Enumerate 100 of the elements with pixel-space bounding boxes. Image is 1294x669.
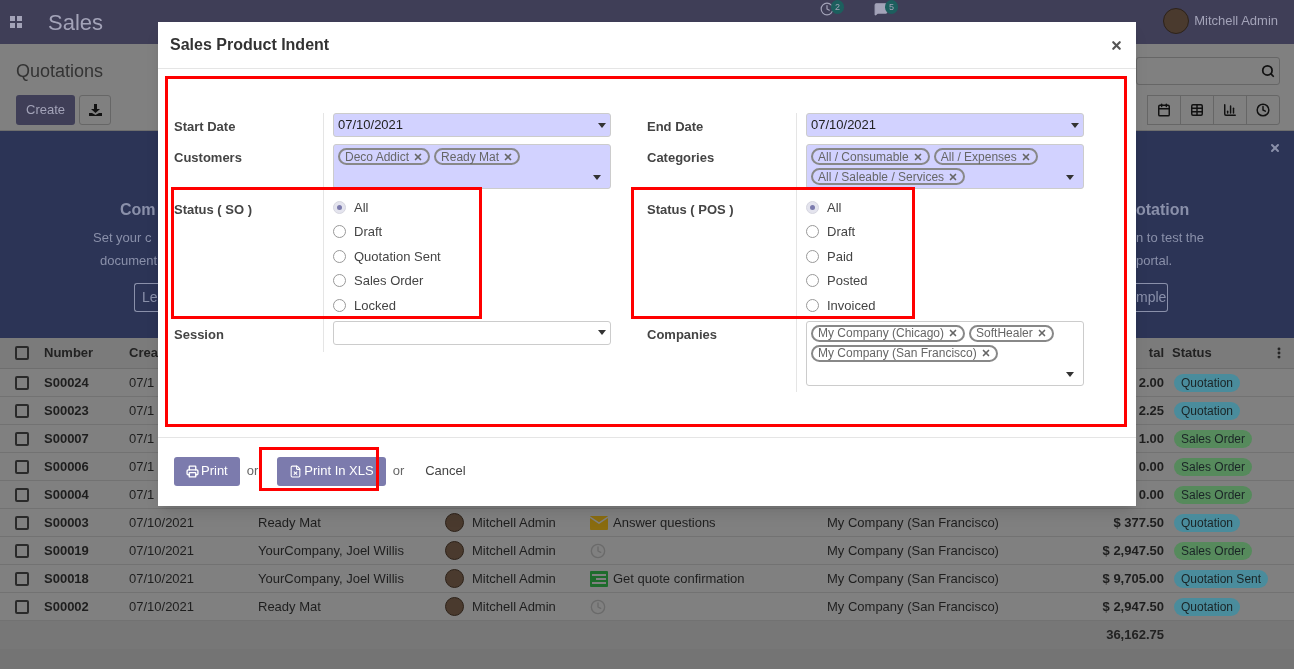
remove-icon[interactable] <box>413 151 424 162</box>
search-icon[interactable] <box>1261 64 1275 78</box>
tag[interactable]: Ready Mat <box>434 148 521 165</box>
status-badge: Sales Order <box>1174 457 1253 476</box>
radio-label[interactable]: Draft <box>354 222 383 242</box>
cancel-link[interactable]: Cancel <box>425 461 466 481</box>
tag[interactable]: All / Saleable / Services <box>811 168 966 185</box>
close-icon[interactable] <box>1110 38 1123 52</box>
separator-text: or <box>392 462 405 481</box>
tag[interactable]: My Company (Chicago) <box>811 324 966 342</box>
tag[interactable]: All / Consumable <box>811 148 930 165</box>
activity-icon[interactable] <box>819 2 834 16</box>
remove-icon[interactable] <box>980 348 991 358</box>
dropdown-field[interactable]: 07/10/2021 <box>806 113 1084 137</box>
search-field[interactable] <box>1136 57 1280 85</box>
tags-field[interactable]: Deco Addict Ready Mat <box>333 144 611 189</box>
radio-label[interactable]: Paid <box>827 246 854 266</box>
radio-button[interactable] <box>333 200 346 214</box>
radio-label[interactable]: Quotation Sent <box>354 246 441 266</box>
remove-icon[interactable] <box>1036 328 1047 338</box>
radio-label[interactable]: Invoiced <box>827 295 876 315</box>
column-header[interactable]: tal <box>1148 343 1164 363</box>
table-cell: Ready Mat <box>258 514 321 530</box>
checkbox[interactable] <box>15 487 29 502</box>
radio-button[interactable] <box>806 298 819 312</box>
checkbox[interactable] <box>15 403 29 418</box>
view-button[interactable] <box>1213 95 1247 125</box>
column-header[interactable]: Status <box>1172 343 1212 363</box>
remove-icon[interactable] <box>503 151 514 162</box>
checkbox[interactable] <box>15 459 29 474</box>
table-cell: 07/1 <box>129 486 155 502</box>
remove-icon[interactable] <box>1020 151 1031 162</box>
radio-label[interactable]: Locked <box>354 295 396 315</box>
view-button[interactable] <box>1246 95 1280 125</box>
checkbox[interactable] <box>15 431 29 446</box>
create-button[interactable]: Create <box>16 95 76 125</box>
table-cell: 07/1 <box>129 374 155 390</box>
radio-button[interactable] <box>806 249 819 263</box>
tag[interactable]: SoftHealer <box>969 324 1054 342</box>
table-cell-text: 1.00 <box>1138 429 1164 448</box>
table-cell-text: Mitchell Admin <box>472 513 556 532</box>
tags-field[interactable]: All / Consumable All / Expenses All / Saleable / Services <box>806 144 1084 189</box>
tag[interactable]: My Company (San Francisco) <box>811 344 998 362</box>
tags-field[interactable]: My Company (Chicago) SoftHealer My Company (San Francisco) <box>806 320 1084 386</box>
view-button[interactable] <box>1147 95 1181 125</box>
table-cell: 07/10/2021 <box>129 542 195 558</box>
table-cell-text: Get quote confirmation <box>613 569 745 588</box>
column-header[interactable]: Number <box>44 345 94 361</box>
banner-title: Com <box>120 200 157 220</box>
table-cell: S00003 <box>44 514 89 530</box>
radio-label[interactable]: All <box>354 197 369 217</box>
avatar <box>445 513 464 532</box>
field-label: Session <box>174 326 224 342</box>
checkbox[interactable] <box>15 571 29 586</box>
radio-button[interactable] <box>806 274 819 288</box>
separator-text: or <box>246 462 259 481</box>
checkbox[interactable] <box>15 375 29 390</box>
status-badge: Quotation <box>1174 373 1241 392</box>
remove-icon[interactable] <box>948 171 959 182</box>
radio-button[interactable] <box>333 274 346 288</box>
column-header[interactable]: Crea <box>129 345 158 361</box>
radio-button[interactable] <box>333 249 346 263</box>
dropdown-field[interactable]: 07/10/2021 <box>333 113 611 137</box>
radio-button[interactable] <box>333 298 346 312</box>
table-cell: My Company (San Francisco) <box>827 598 999 614</box>
table-cell: YourCompany, Joel Willis <box>258 570 404 586</box>
checkbox[interactable] <box>15 346 29 360</box>
dropdown-field[interactable] <box>333 320 611 345</box>
table-cell-text: 2.25 <box>1138 401 1164 420</box>
chat-icon[interactable] <box>874 2 888 16</box>
caret-icon <box>1066 371 1074 377</box>
user-menu[interactable]: Mitchell Admin <box>1194 11 1278 31</box>
view-button[interactable] <box>1180 95 1214 125</box>
print-button[interactable]: Print <box>174 456 240 486</box>
close-icon[interactable] <box>1269 142 1281 154</box>
table-cell-text: Mitchell Admin <box>472 569 556 588</box>
radio-button[interactable] <box>806 225 819 239</box>
radio-button[interactable] <box>806 200 819 214</box>
status-badge: Sales Order <box>1174 485 1253 504</box>
checkbox[interactable] <box>15 515 29 530</box>
checkbox[interactable] <box>15 599 29 614</box>
table-cell: S00018 <box>44 570 89 586</box>
tag[interactable]: Deco Addict <box>338 148 431 165</box>
checkbox[interactable] <box>15 543 29 558</box>
radio-button[interactable] <box>333 225 346 239</box>
sum-cell-text: 36,162.75 <box>1106 626 1164 645</box>
radio-label[interactable]: Posted <box>827 271 868 291</box>
remove-icon[interactable] <box>912 151 923 162</box>
print-button[interactable]: Print In XLS <box>277 456 386 486</box>
table-cell: My Company (San Francisco) <box>827 542 999 558</box>
remove-icon[interactable] <box>948 328 959 338</box>
apps-grid-icon[interactable] <box>10 16 22 28</box>
tag[interactable]: All / Expenses <box>933 148 1038 165</box>
banner-text: Set your c <box>93 229 153 247</box>
status-badge: Quotation <box>1174 513 1241 532</box>
radio-label[interactable]: Draft <box>827 222 856 242</box>
status-badge: Quotation <box>1174 597 1241 616</box>
radio-label[interactable]: Sales Order <box>354 271 424 291</box>
download-button[interactable] <box>79 95 112 125</box>
radio-label[interactable]: All <box>827 197 842 217</box>
